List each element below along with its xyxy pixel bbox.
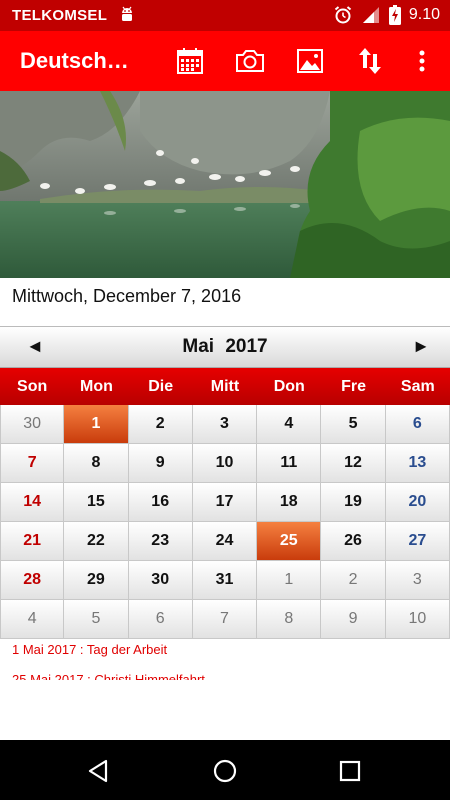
day-cell[interactable]: 10: [192, 444, 258, 483]
day-cell[interactable]: 22: [64, 522, 129, 561]
day-cell[interactable]: 20: [385, 483, 450, 522]
alarm-icon: [334, 6, 351, 24]
day-cell-holiday[interactable]: 25: [257, 522, 322, 561]
day-cell[interactable]: 2: [321, 561, 386, 600]
day-cell[interactable]: 15: [64, 483, 129, 522]
day-cell[interactable]: 5: [64, 600, 129, 639]
signal-icon: [362, 7, 379, 23]
weekday-label: Son: [17, 378, 48, 395]
weekday-label: Mon: [79, 378, 113, 395]
clock: 9.10: [408, 6, 440, 23]
day-cell[interactable]: 7: [192, 600, 258, 639]
carrier-name: TELKOMSEL: [12, 7, 108, 24]
sort-button[interactable]: [354, 45, 386, 77]
weekday-header: Son Mon Die Mitt Don Fre Sam: [0, 368, 450, 405]
header-photo: [0, 91, 450, 278]
day-cell[interactable]: 21: [0, 522, 65, 561]
day-cell[interactable]: 8: [64, 444, 129, 483]
camera-button[interactable]: [234, 45, 266, 77]
camera-icon: [236, 50, 264, 72]
back-icon[interactable]: [86, 758, 112, 784]
image-button[interactable]: [294, 45, 326, 77]
day-cell[interactable]: 27: [385, 522, 450, 561]
day-cell[interactable]: 19: [321, 483, 386, 522]
day-cell[interactable]: 31: [192, 561, 258, 600]
calendar-icon: [177, 48, 203, 74]
weekday-label: Sam: [400, 378, 435, 395]
app-title: Deutsch…: [20, 48, 129, 73]
sort-arrows-icon: [359, 48, 381, 74]
day-cell[interactable]: 4: [0, 600, 65, 639]
day-cell[interactable]: 14: [0, 483, 65, 522]
day-cell[interactable]: 23: [128, 522, 193, 561]
day-cell[interactable]: 26: [321, 522, 386, 561]
day-cell[interactable]: 3: [385, 561, 450, 600]
image-icon: [297, 49, 323, 73]
overflow-menu-button[interactable]: [406, 45, 438, 77]
day-cell[interactable]: 5: [321, 405, 386, 444]
day-cell[interactable]: 17: [192, 483, 258, 522]
day-cell[interactable]: 13: [385, 444, 450, 483]
day-cell[interactable]: 11: [257, 444, 322, 483]
holiday-item[interactable]: 25 Mai 2017 : Christi Himmelfahrt: [12, 672, 205, 680]
day-cell[interactable]: 7: [0, 444, 65, 483]
day-cell[interactable]: 12: [321, 444, 386, 483]
day-grid: 30 1 2 3 4 5 6 7 8 9 10 11 12 13 14 15 1…: [0, 405, 450, 639]
app-bar: Deutsch…: [0, 31, 450, 91]
month-label: Mai 2017: [182, 336, 268, 357]
day-cell-holiday[interactable]: 1: [64, 405, 129, 444]
day-cell[interactable]: 8: [257, 600, 322, 639]
holiday-list: 1 Mai 2017 : Tag der Arbeit 25 Mai 2017 …: [12, 642, 205, 680]
day-cell[interactable]: 28: [0, 561, 65, 600]
system-nav-bar: [0, 740, 450, 800]
next-month-button[interactable]: ►: [412, 336, 430, 357]
day-cell[interactable]: 2: [128, 405, 193, 444]
recents-icon[interactable]: [337, 758, 363, 784]
weekday-label: Die: [148, 378, 174, 395]
day-cell[interactable]: 1: [257, 561, 322, 600]
day-cell[interactable]: 29: [64, 561, 129, 600]
day-cell[interactable]: 30: [0, 405, 65, 444]
day-cell[interactable]: 9: [128, 444, 193, 483]
day-cell[interactable]: 3: [192, 405, 258, 444]
status-bar: TELKOMSEL 9.10: [0, 0, 450, 31]
home-icon[interactable]: [212, 758, 238, 784]
day-cell[interactable]: 4: [257, 405, 322, 444]
selected-date: Mittwoch, December 7, 2016: [12, 286, 242, 306]
day-cell[interactable]: 6: [128, 600, 193, 639]
more-vert-icon: [419, 50, 425, 72]
calendar-header: ◄ Mai 2017 ►: [0, 326, 450, 368]
holiday-item[interactable]: 1 Mai 2017 : Tag der Arbeit: [12, 642, 205, 668]
battery-charging-icon: [388, 5, 401, 25]
weekday-label: Fre: [341, 378, 366, 395]
calendar-button[interactable]: [174, 45, 206, 77]
day-cell[interactable]: 9: [321, 600, 386, 639]
day-cell[interactable]: 16: [128, 483, 193, 522]
day-cell[interactable]: 10: [385, 600, 450, 639]
day-cell[interactable]: 24: [192, 522, 258, 561]
weekday-label: Mitt: [210, 378, 240, 395]
weekday-label: Don: [273, 378, 305, 395]
day-cell[interactable]: 18: [257, 483, 322, 522]
day-cell[interactable]: 30: [128, 561, 193, 600]
android-icon: [122, 6, 132, 21]
month-calendar: ◄ Mai 2017 ► Son Mon Die Mitt Don Fre Sa…: [0, 326, 450, 639]
day-cell[interactable]: 6: [385, 405, 450, 444]
